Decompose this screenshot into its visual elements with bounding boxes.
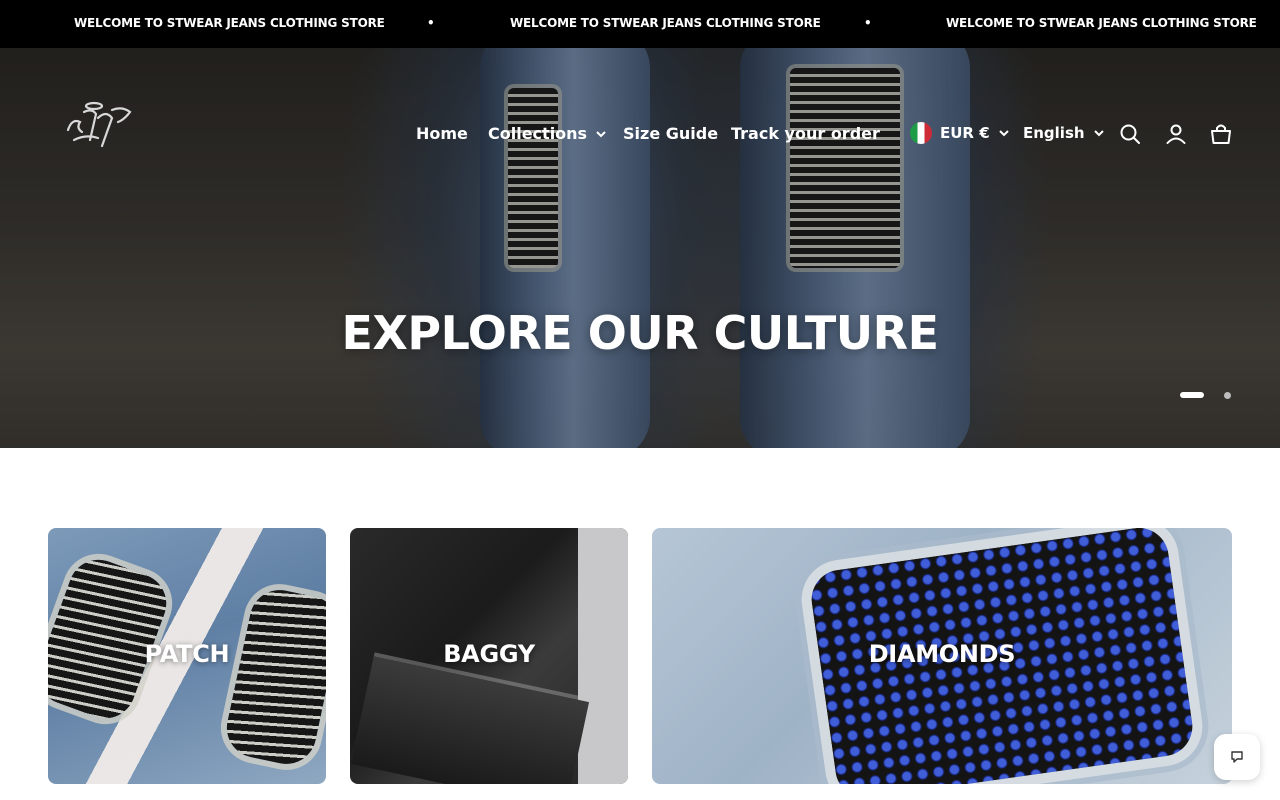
main-navigation: Home Collections Size Guide Track your o… [0, 122, 1280, 148]
card-image-patch [221, 584, 326, 770]
italy-flag-icon [910, 122, 932, 144]
nav-track-order[interactable]: Track your order [731, 124, 880, 143]
nav-size-guide[interactable]: Size Guide [623, 124, 718, 143]
slide-dot[interactable] [1224, 392, 1231, 399]
chevron-down-icon [596, 130, 606, 137]
chevron-down-icon [1093, 130, 1104, 137]
announcement-separator: • [864, 16, 872, 30]
card-image-patch [48, 551, 175, 727]
announcement-bar: WELCOME TO STWEAR JEANS CLOTHING STORE •… [0, 0, 1280, 48]
hero-overlay [0, 48, 1280, 448]
chat-widget-button[interactable] [1214, 734, 1260, 780]
currency-selector[interactable]: EUR € [910, 122, 1010, 144]
collection-label: PATCH [144, 640, 230, 668]
nav-collections[interactable]: Collections [488, 124, 607, 143]
chevron-down-icon [998, 130, 1009, 137]
announcement-message: WELCOME TO STWEAR JEANS CLOTHING STORE [510, 16, 821, 30]
nav-home[interactable]: Home [416, 124, 468, 143]
nav-collections-label: Collections [488, 124, 588, 143]
search-icon[interactable] [1118, 122, 1142, 146]
collection-card-patch[interactable]: PATCH [48, 528, 326, 784]
card-image-jeans [350, 656, 590, 784]
language-selector[interactable]: English [1023, 124, 1105, 142]
collection-label: DIAMONDS [868, 640, 1016, 668]
hero-title: EXPLORE OUR CULTURE [341, 306, 939, 360]
announcement-separator: • [427, 16, 435, 30]
account-icon[interactable] [1164, 122, 1188, 146]
cart-icon[interactable] [1209, 122, 1233, 146]
collection-card-baggy[interactable]: BAGGY [350, 528, 628, 784]
announcement-message: WELCOME TO STWEAR JEANS CLOTHING STORE [946, 16, 1257, 30]
language-label: English [1023, 124, 1085, 142]
collection-label: BAGGY [443, 640, 535, 668]
collection-card-diamonds[interactable]: DIAMONDS [652, 528, 1232, 784]
slide-dot-active[interactable] [1180, 392, 1204, 398]
announcement-message: WELCOME TO STWEAR JEANS CLOTHING STORE [74, 16, 385, 30]
currency-label: EUR € [940, 124, 990, 142]
chat-icon [1231, 751, 1243, 763]
hero-banner [0, 48, 1280, 448]
